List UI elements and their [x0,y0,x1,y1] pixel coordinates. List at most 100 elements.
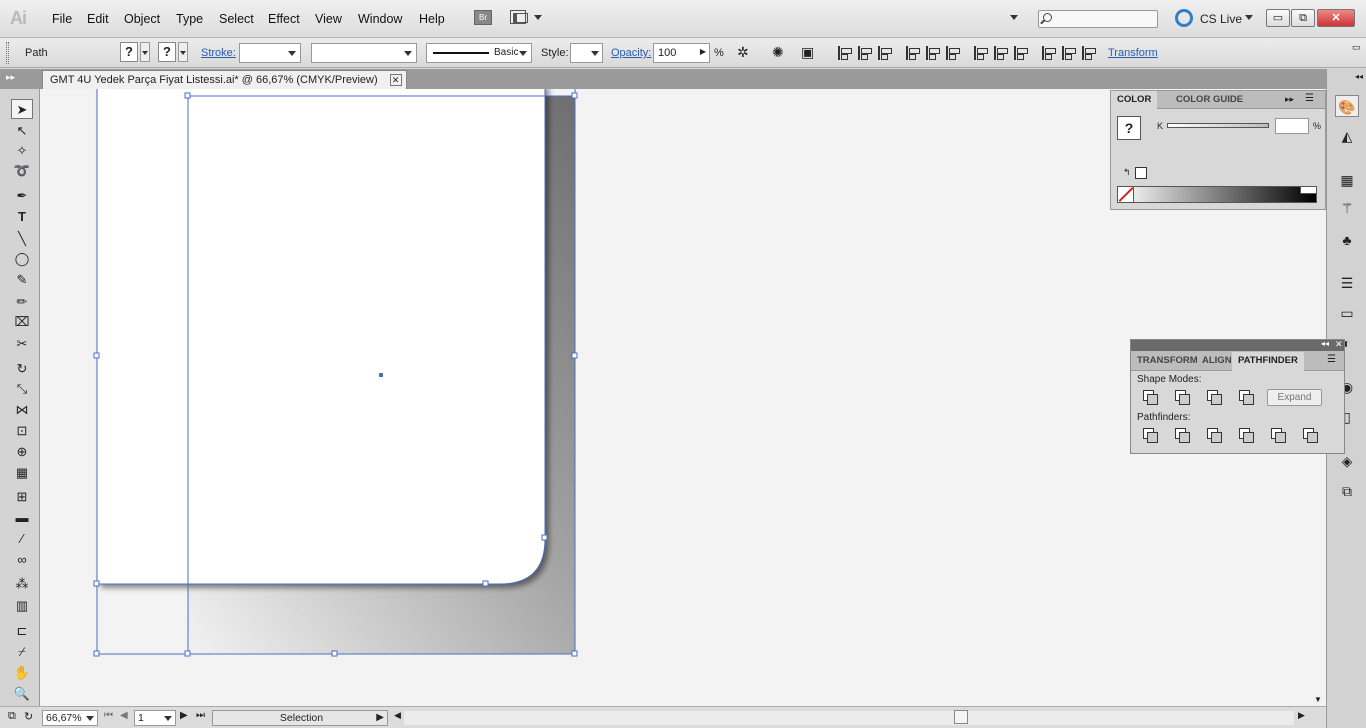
scroll-left-icon[interactable]: ◀ [394,710,401,721]
variable-width-dropdown-icon[interactable] [404,51,412,56]
slice-tool-icon[interactable]: ⌿ [11,642,33,662]
document-tab[interactable]: GMT 4U Yedek Parça Fiyat Listessi.ai* @ … [42,70,407,89]
free-transform-tool-icon[interactable]: ⊡ [11,421,33,441]
tab-pathfinder[interactable]: PATHFINDER [1232,352,1304,371]
document-tab-close-button[interactable]: ✕ [389,74,402,86]
pencil-tool-icon[interactable]: ✏ [11,292,33,312]
fill-swatch[interactable]: ? [120,42,138,62]
align-to-icon[interactable]: ▣ [801,44,814,61]
tab-color-guide[interactable]: COLOR GUIDE [1170,91,1249,109]
color-spectrum-bar[interactable] [1117,186,1317,203]
outline-icon[interactable] [1271,428,1286,443]
exclude-icon[interactable] [1239,390,1254,405]
help-search-input[interactable] [1038,10,1158,28]
tab-color[interactable]: COLOR [1111,91,1158,109]
artboard-navigator-icon[interactable]: ⧉ [8,710,16,723]
vertical-align-bottom-icon[interactable] [946,46,960,60]
swatches-panel-icon[interactable]: ▦ [1335,169,1359,191]
arrange-dropdown-icon[interactable] [534,15,542,20]
horizontal-align-left-icon[interactable] [838,46,852,60]
vertical-distribute-center-icon[interactable] [994,46,1008,60]
direct-selection-tool-icon[interactable]: ↖ [11,121,33,141]
status-menu-arrow-icon[interactable]: ▶ [376,711,384,725]
close-button[interactable]: ✕ [1317,9,1355,27]
cs-live-dropdown-icon[interactable] [1245,15,1253,20]
blob-brush-tool-icon[interactable]: ⌧ [11,312,33,332]
last-artboard-icon[interactable]: ⏭ [196,710,205,721]
color-guide-panel-icon[interactable]: ◭ [1335,125,1359,147]
cs-live-label[interactable]: CS Live [1200,12,1242,26]
isolate-object-icon[interactable]: ✺ [772,44,784,61]
stroke-dropdown[interactable] [178,42,188,62]
horizontal-distribute-left-icon[interactable] [1042,46,1056,60]
control-panel-menu-icon[interactable]: ▭ [1352,42,1361,53]
opacity-label[interactable]: Opacity: [611,47,651,59]
restore-button[interactable]: ⧉ [1291,9,1315,27]
magic-wand-tool-icon[interactable]: ✧ [11,141,33,161]
white-spectrum-swatch[interactable] [1300,187,1316,194]
artboard-dropdown-icon[interactable] [164,716,172,721]
brushes-panel-icon[interactable]: ⚚ [1335,197,1359,219]
stroke-weight-field[interactable] [239,43,301,63]
perspective-grid-tool-icon[interactable]: ▦ [11,463,33,483]
workspace-dropdown-icon[interactable] [1010,15,1018,20]
white-rounded-shape[interactable] [97,89,545,584]
gradient-panel-icon[interactable]: ▭ [1335,302,1359,324]
line-segment-tool-icon[interactable]: ╲ [11,229,33,249]
width-tool-icon[interactable]: ⋈ [11,400,33,420]
blend-tool-icon[interactable]: ∞ [11,550,33,570]
selection-tool-icon[interactable]: ➤ [11,99,33,119]
arrange-documents-icon[interactable] [510,10,528,24]
menu-file[interactable]: File [52,12,72,26]
k-channel-slider[interactable] [1167,123,1269,128]
zoom-dropdown-icon[interactable] [86,716,94,721]
scissors-tool-icon[interactable]: ✂ [11,334,33,354]
crop-icon[interactable] [1239,428,1254,443]
transform-link[interactable]: Transform [1108,47,1158,59]
hand-tool-icon[interactable]: ✋ [11,663,33,683]
minus-front-icon[interactable] [1175,390,1190,405]
cs-live-icon[interactable] [1175,9,1193,27]
brush-dropdown-icon[interactable] [519,51,527,56]
rotate-tool-icon[interactable]: ↻ [11,359,33,379]
horizontal-distribute-right-icon[interactable] [1082,46,1096,60]
menu-help[interactable]: Help [419,12,445,26]
expand-button[interactable]: Expand [1267,389,1322,406]
stroke-label[interactable]: Stroke: [201,47,236,59]
menu-edit[interactable]: Edit [87,12,109,26]
menu-type[interactable]: Type [176,12,203,26]
pathfinder-collapse-icon[interactable]: ◂◂ [1321,339,1329,348]
collapse-panels-icon[interactable]: ▸▸ [6,72,15,83]
vertical-align-center-icon[interactable] [926,46,940,60]
intersect-icon[interactable] [1207,390,1222,405]
next-artboard-icon[interactable]: ▶ [180,710,188,721]
artboards-panel-icon[interactable]: ⧉ [1335,480,1359,502]
menu-select[interactable]: Select [219,12,254,26]
vertical-align-top-icon[interactable] [906,46,920,60]
pathfinder-menu-icon[interactable]: ☰ [1327,354,1336,365]
menu-effect[interactable]: Effect [268,12,300,26]
scroll-down-icon[interactable]: ▼ [1314,695,1322,704]
column-graph-tool-icon[interactable]: ▥ [11,596,33,616]
horizontal-align-center-icon[interactable] [858,46,872,60]
gradient-tool-icon[interactable]: ▬ [11,508,33,528]
opacity-arrow-icon[interactable]: ▶ [700,47,706,56]
pathfinder-close-icon[interactable]: ✕ [1335,339,1343,350]
paintbrush-tool-icon[interactable]: ✎ [11,270,33,290]
horizontal-scroll-thumb[interactable] [954,710,968,724]
mesh-tool-icon[interactable]: ⊞ [11,487,33,507]
zoom-field[interactable]: 66,67% [42,710,98,726]
divide-icon[interactable] [1143,428,1158,443]
artboard-tool-icon[interactable]: ⊏ [11,621,33,641]
recolor-artwork-icon[interactable]: ✲ [737,44,749,61]
last-color-icon[interactable]: ↰ [1123,167,1131,178]
menu-window[interactable]: Window [358,12,402,26]
vertical-distribute-bottom-icon[interactable] [1014,46,1028,60]
tab-align[interactable]: ALIGN [1198,352,1232,370]
opacity-field[interactable]: 100 ▶ [653,43,710,63]
pathfinder-panel-titlebar[interactable]: ◂◂ ✕ [1131,339,1344,351]
trim-icon[interactable] [1175,428,1190,443]
control-bar-grip[interactable] [6,42,9,64]
panel-expand-icon[interactable]: ▸▸ [1285,94,1294,105]
none-swatch-icon[interactable] [1118,187,1134,202]
